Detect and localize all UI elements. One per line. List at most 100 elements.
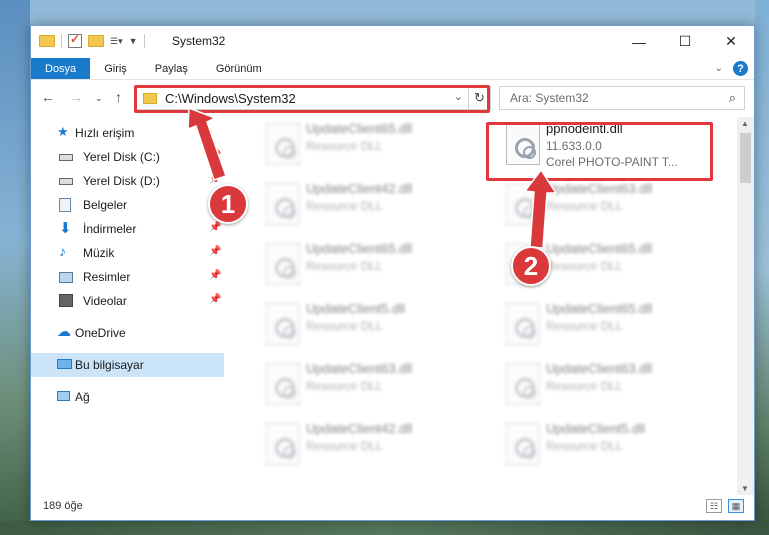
network-icon: [57, 391, 70, 401]
list-item[interactable]: UpdateClient65.dll Resource DLL: [246, 237, 476, 293]
cloud-icon: ☁: [57, 323, 71, 339]
pin-icon[interactable]: 📌: [209, 222, 221, 233]
sidebar-item-label: Resimler: [83, 270, 131, 284]
window-title: System32: [172, 34, 226, 48]
sidebar-item-quick-access[interactable]: ★ Hızlı erişim: [31, 121, 224, 145]
list-item[interactable]: UpdateClient42.dll Resource DLL: [246, 417, 476, 473]
dll-file-icon: [266, 243, 300, 285]
file-name: UpdateClient65.dll: [306, 241, 413, 256]
up-arrow-icon[interactable]: ↑: [115, 89, 122, 105]
new-folder-icon[interactable]: [88, 35, 104, 47]
close-button[interactable]: ✕: [708, 26, 754, 57]
help-icon[interactable]: ?: [733, 61, 748, 76]
properties-icon[interactable]: [68, 32, 82, 48]
pin-icon[interactable]: 📌: [209, 174, 221, 185]
details-view-icon[interactable]: ☷: [706, 499, 722, 513]
back-arrow-icon[interactable]: ←: [41, 89, 55, 105]
separator: [61, 34, 62, 48]
tab-share[interactable]: Paylaş: [141, 58, 202, 79]
sidebar-item-local-disk-d[interactable]: Yerel Disk (D:) 📌: [31, 169, 224, 193]
file-type: Resource DLL: [306, 259, 383, 273]
list-item[interactable]: UpdateClient65.dll Resource DLL: [486, 297, 716, 353]
sidebar-item-videos[interactable]: Videolar 📌: [31, 289, 224, 313]
file-type: Resource DLL: [546, 199, 623, 213]
list-item[interactable]: UpdateClient42.dll Resource DLL: [246, 177, 476, 233]
desktop-background-bottom: [0, 521, 769, 535]
search-input[interactable]: Ara: System32 ⌕: [499, 86, 745, 110]
dll-file-icon: [506, 423, 540, 465]
pin-icon[interactable]: 📌: [209, 270, 221, 281]
title-bar: ☰▾ ▼ System32 — ☐ ✕: [31, 26, 754, 58]
sidebar-item-downloads[interactable]: ⬇ İndirmeler 📌: [31, 217, 224, 241]
sidebar-item-documents[interactable]: Belgeler 📌: [31, 193, 224, 217]
expand-ribbon-icon[interactable]: ⌄: [715, 63, 723, 74]
tab-file[interactable]: Dosya: [31, 58, 91, 79]
file-name: UpdateClient42.dll: [306, 421, 413, 436]
dll-file-icon: [506, 183, 540, 225]
sidebar-item-label: Belgeler: [83, 198, 128, 212]
sidebar-item-label: Hızlı erişim: [75, 126, 135, 140]
list-item[interactable]: UpdateClient63.dll Resource DLL: [246, 357, 476, 413]
file-type: Resource DLL: [306, 319, 383, 333]
view-switcher: ☷ ▦: [706, 499, 744, 513]
pin-icon[interactable]: 📌: [209, 246, 221, 257]
scroll-down-icon[interactable]: ▼: [741, 484, 749, 493]
customize-toolbar-icon[interactable]: ☰▾: [110, 36, 123, 47]
sidebar-item-label: Videolar: [83, 294, 127, 308]
toolbar-dropdown-icon[interactable]: ▼: [129, 36, 138, 46]
file-name: UpdateClient65.dll: [546, 241, 653, 256]
star-icon: ★: [57, 124, 69, 139]
file-name: UpdateClient65.dll: [546, 301, 653, 316]
file-type: Resource DLL: [306, 199, 383, 213]
sidebar-item-network[interactable]: Ağ: [31, 385, 224, 409]
file-name: UpdateClient63.dll: [546, 361, 653, 376]
recent-locations-icon[interactable]: ⌄: [95, 93, 103, 104]
file-name: UpdateClient5.dll: [546, 421, 646, 436]
search-placeholder: Ara: System32: [510, 91, 589, 105]
sidebar-item-label: OneDrive: [75, 326, 126, 340]
minimize-button[interactable]: —: [616, 26, 662, 57]
file-type: Resource DLL: [546, 319, 623, 333]
vertical-scrollbar[interactable]: ▲ ▼: [737, 117, 754, 495]
sidebar-item-label: Müzik: [83, 246, 115, 260]
sidebar-item-label: Ağ: [75, 390, 90, 404]
dll-file-icon: [506, 363, 540, 405]
desktop-background-left: [0, 0, 30, 535]
tab-home[interactable]: Giriş: [90, 58, 141, 79]
tab-view[interactable]: Görünüm: [202, 58, 276, 79]
scroll-up-icon[interactable]: ▲: [741, 119, 749, 128]
sidebar-item-pictures[interactable]: Resimler 📌: [31, 265, 224, 289]
drive-icon: [59, 154, 73, 161]
dll-file-icon: [266, 303, 300, 345]
search-icon[interactable]: ⌕: [729, 90, 736, 106]
item-count: 189 öğe: [43, 500, 83, 512]
scrollbar-thumb[interactable]: [740, 133, 751, 183]
list-item[interactable]: UpdateClient63.dll Resource DLL: [486, 357, 716, 413]
file-type: Resource DLL: [306, 379, 383, 393]
file-type: Resource DLL: [546, 379, 623, 393]
sidebar-item-local-disk-c[interactable]: Yerel Disk (C:) 📌: [31, 145, 224, 169]
tiles-view-icon[interactable]: ▦: [728, 499, 744, 513]
file-type: Resource DLL: [306, 439, 383, 453]
sidebar-item-onedrive[interactable]: ☁ OneDrive: [31, 321, 224, 345]
sidebar-item-music[interactable]: ♪ Müzik 📌: [31, 241, 224, 265]
file-name: UpdateClient5.dll: [306, 301, 406, 316]
sidebar-item-this-pc[interactable]: Bu bilgisayar: [31, 353, 224, 377]
list-item[interactable]: UpdateClient63.dll Resource DLL: [486, 177, 716, 233]
music-icon: ♪: [59, 243, 66, 259]
list-item[interactable]: UpdateClient5.dll Resource DLL: [486, 417, 716, 473]
videos-icon: [59, 294, 73, 307]
pin-icon[interactable]: 📌: [209, 294, 221, 305]
list-item[interactable]: UpdateClient65.dll Resource DLL: [246, 117, 476, 173]
sidebar-item-label: Bu bilgisayar: [75, 358, 144, 372]
pictures-icon: [59, 272, 73, 283]
dll-file-icon: [266, 123, 300, 165]
desktop-background-right: [755, 0, 769, 535]
pin-icon[interactable]: 📌: [209, 150, 221, 161]
separator: [143, 34, 145, 48]
step-2-badge: 2: [511, 246, 551, 286]
navigation-pane: ★ Hızlı erişim Yerel Disk (C:) 📌 Yerel D…: [31, 117, 224, 495]
forward-arrow-icon[interactable]: →: [69, 89, 83, 105]
list-item[interactable]: UpdateClient5.dll Resource DLL: [246, 297, 476, 353]
maximize-button[interactable]: ☐: [662, 26, 708, 57]
